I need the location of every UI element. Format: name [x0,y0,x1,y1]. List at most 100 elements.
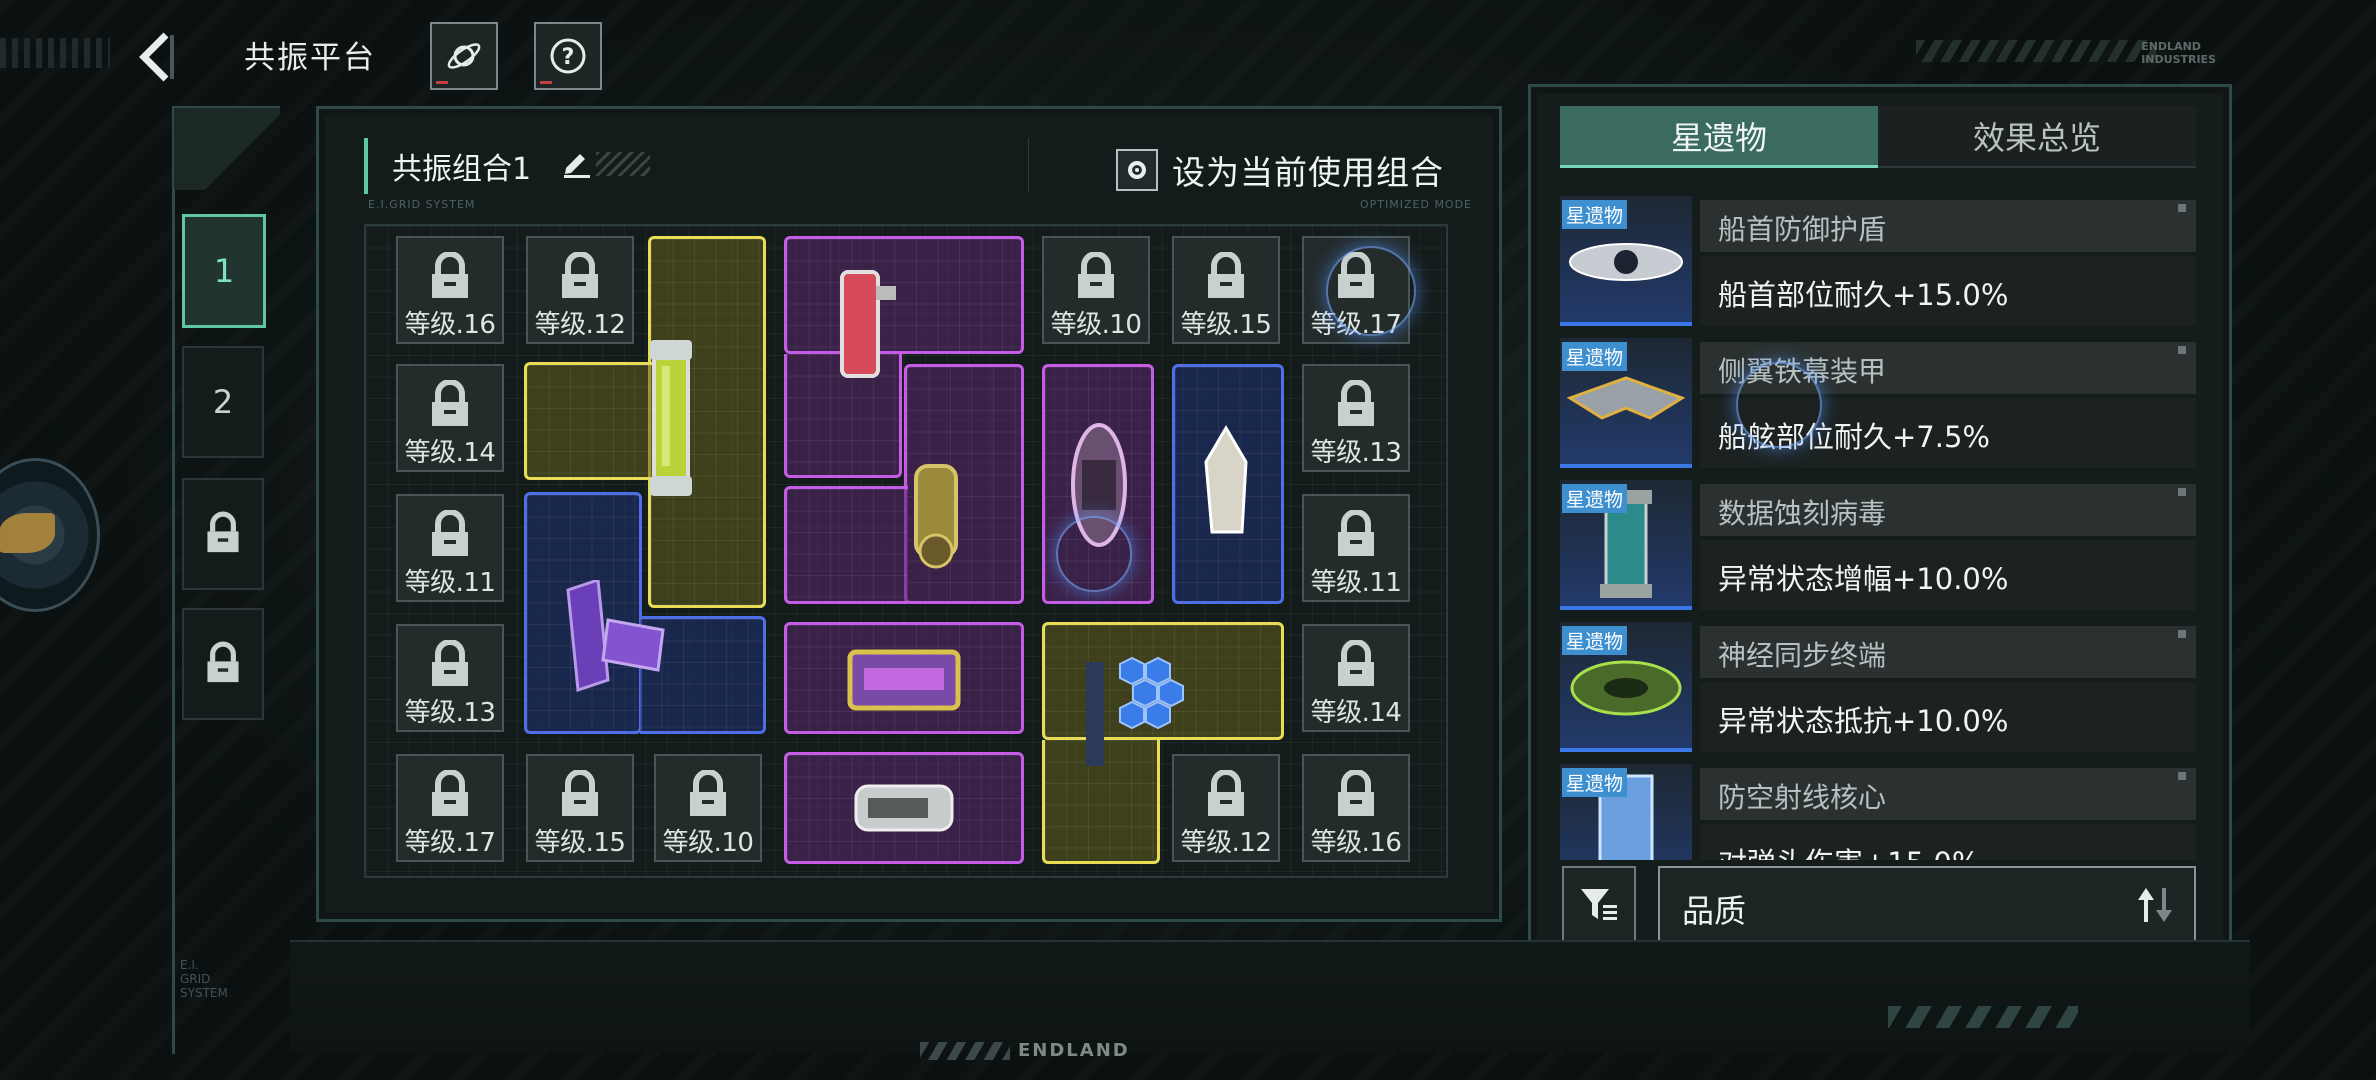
page-title: 共振平台 [244,40,376,76]
cell-level-label: 等级.17 [404,828,496,858]
cell-level-label: 等级.12 [534,310,626,340]
relic-item[interactable]: 星遗物 防空射线核心 对弹头伤害+15.0% [1560,764,2196,860]
lock-icon [432,770,468,816]
locked-cell[interactable]: 等级.13 [396,624,504,732]
combo-tab-locked-3[interactable] [182,478,264,590]
cell-level-label: 等级.11 [1310,568,1402,598]
cell-level-label: 等级.10 [1050,310,1142,340]
stripe-decoration [920,1042,1010,1060]
combo-tab-label: 2 [212,383,234,421]
relic-corner-mark [2178,772,2186,780]
lock-icon [1208,770,1244,816]
radio-dot [1128,161,1146,179]
combo-tab-2[interactable]: 2 [182,346,264,458]
lock-icon [1078,252,1114,298]
lock-icon [1338,380,1374,426]
top-left-decoration [0,38,110,68]
header-divider [1028,138,1029,192]
cell-level-label: 等级.13 [404,698,496,728]
locked-cell[interactable]: 等级.15 [526,754,634,862]
combo-tab-1[interactable]: 1 [182,214,266,328]
locked-cell[interactable]: 等级.13 [1302,364,1410,472]
relic-thumbnail: 星遗物 [1560,764,1692,860]
relic-corner-mark [2178,488,2186,496]
edit-name-button[interactable] [560,146,592,178]
locked-cell[interactable]: 等级.11 [1302,494,1410,602]
locked-cell[interactable]: 等级.12 [526,236,634,344]
cannon-relic-icon [854,784,954,832]
lock-icon [207,511,239,553]
combo-tab-locked-4[interactable] [182,608,264,720]
bottom-decoration [290,940,2250,1052]
locked-cell[interactable]: 等级.15 [1172,236,1280,344]
relic-name: 船首防御护盾 [1718,213,1887,246]
relic-effect: 对弹头伤害+15.0% [1718,840,1979,860]
tab-effect-overview[interactable]: 效果总览 [1878,106,2196,168]
locked-cell[interactable]: 等级.14 [396,364,504,472]
chevron-left-icon [139,32,174,82]
cell-level-label: 等级.10 [662,828,754,858]
cell-level-label: 等级.14 [404,438,496,468]
brand-decoration [1916,40,2156,62]
filter-button[interactable] [1562,866,1636,944]
question-icon: ? [550,38,586,74]
relic-item[interactable]: 星遗物 船首防御护盾 船首部位耐久+15.0% [1560,196,2196,326]
locked-cell[interactable]: 等级.16 [396,236,504,344]
red-canister-relic-icon [840,270,896,378]
lock-icon [1208,252,1244,298]
relic-list[interactable]: 星遗物 船首防御护盾 船首部位耐久+15.0% 星遗物 侧翼铁幕装甲 船舷部位耐… [1560,196,2198,860]
cell-level-label: 等级.16 [1310,828,1402,858]
radio-icon [1116,149,1158,191]
lock-icon [432,380,468,426]
planet-button[interactable] [430,22,498,90]
lock-icon [432,510,468,556]
relic-name: 神经同步终端 [1718,639,1887,672]
stripe-decoration [1888,1006,2078,1028]
lock-icon [1338,640,1374,686]
back-button[interactable] [128,26,184,88]
locked-cell[interactable]: 等级.11 [396,494,504,602]
relic-thumbnail: 星遗物 [1560,196,1692,326]
relic-slot-purple-mid-arm[interactable] [784,486,908,604]
lock-icon [207,641,239,683]
relic-thumbnail: 星遗物 [1560,622,1692,752]
relic-tag: 星遗物 [1562,484,1628,513]
relic-corner-mark [2178,204,2186,212]
locked-cell[interactable]: 等级.16 [1302,754,1410,862]
glow-effect [1056,516,1132,592]
relic-item[interactable]: 星遗物 侧翼铁幕装甲 船舷部位耐久+7.5% [1560,338,2196,468]
locked-cell[interactable]: 等级.10 [1042,236,1150,344]
pencil-icon [564,154,590,178]
lock-icon [1338,510,1374,556]
relic-item[interactable]: 星遗物 神经同步终端 异常状态抵抗+10.0% [1560,622,2196,752]
set-current-combo-toggle[interactable]: 设为当前使用组合 [1116,146,1444,194]
cell-level-label: 等级.14 [1310,698,1402,728]
planet-icon [447,43,481,69]
lock-icon [562,252,598,298]
locked-cell[interactable]: 等级.10 [654,754,762,862]
relic-tag: 星遗物 [1562,342,1628,371]
cell-level-label: 等级.11 [404,568,496,598]
sort-dropdown[interactable]: 品质 [1658,866,2196,944]
brand-logo: ENDLAND INDUSTRIES [2141,40,2216,66]
set-current-label: 设为当前使用组合 [1172,153,1444,192]
filter-icon [1581,889,1617,920]
lock-icon [562,770,598,816]
chest-relic-icon [847,649,961,711]
relic-item[interactable]: 星遗物 数据蚀刻病毒 异常状态增幅+10.0% [1560,480,2196,610]
sort-label: 品质 [1682,892,1747,930]
cell-level-label: 等级.13 [1310,438,1402,468]
relic-effect: 船首部位耐久+15.0% [1718,278,2009,312]
locked-cell[interactable]: 等级.17 [396,754,504,862]
locked-cell[interactable]: 等级.14 [1302,624,1410,732]
locked-cell[interactable]: 等级.12 [1172,754,1280,862]
relic-tag: 星遗物 [1562,768,1628,797]
relic-name: 防空射线核心 [1718,781,1887,814]
help-button[interactable]: ? [534,22,602,90]
relic-effect: 异常状态抵抗+10.0% [1718,704,2009,738]
relic-corner-mark [2178,630,2186,638]
footer-brand: ENDLAND [1018,1040,1130,1061]
sort-order-icon [2138,888,2172,922]
tab-relics[interactable]: 星遗物 [1560,106,1878,168]
lock-icon [432,252,468,298]
